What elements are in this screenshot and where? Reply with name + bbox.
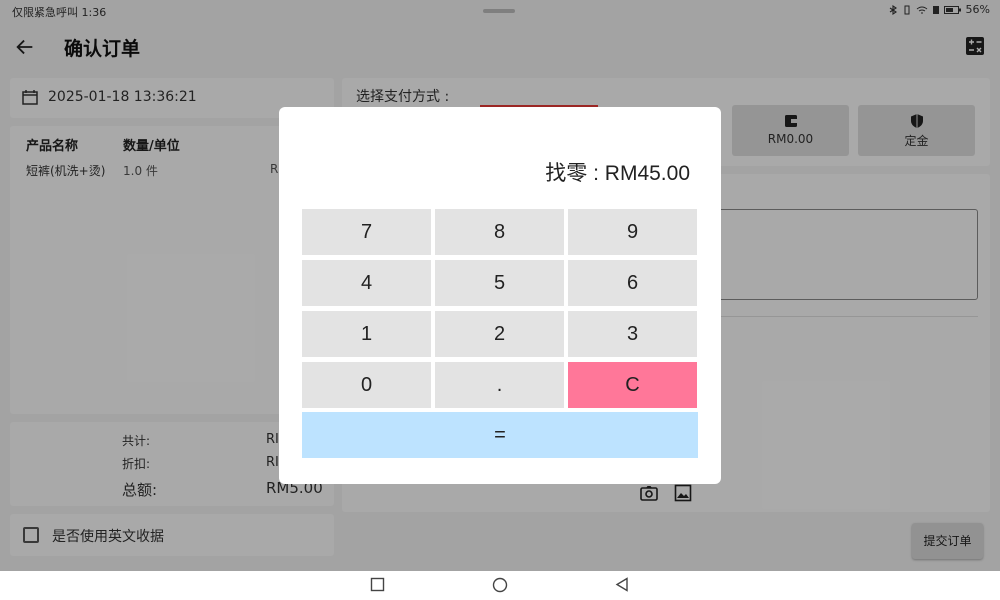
- key-decimal[interactable]: .: [435, 362, 564, 408]
- key-5[interactable]: 5: [435, 260, 564, 306]
- key-2[interactable]: 2: [435, 311, 564, 357]
- back-nav-icon[interactable]: [615, 577, 630, 592]
- key-1[interactable]: 1: [302, 311, 431, 357]
- equals-button[interactable]: =: [302, 412, 698, 458]
- key-9[interactable]: 9: [568, 209, 697, 255]
- key-6[interactable]: 6: [568, 260, 697, 306]
- key-0[interactable]: 0: [302, 362, 431, 408]
- change-calculator-dialog: 找零 : RM45.00 7 8 9 4 5 6 1 2 3 0 . C =: [279, 107, 721, 484]
- system-nav-bar: [0, 571, 1000, 600]
- key-3[interactable]: 3: [568, 311, 697, 357]
- clear-button[interactable]: C: [568, 362, 697, 408]
- change-amount: 找零 : RM45.00: [545, 162, 690, 185]
- home-icon[interactable]: [492, 577, 508, 593]
- key-8[interactable]: 8: [435, 209, 564, 255]
- recent-apps-icon[interactable]: [370, 577, 385, 592]
- key-4[interactable]: 4: [302, 260, 431, 306]
- key-7[interactable]: 7: [302, 209, 431, 255]
